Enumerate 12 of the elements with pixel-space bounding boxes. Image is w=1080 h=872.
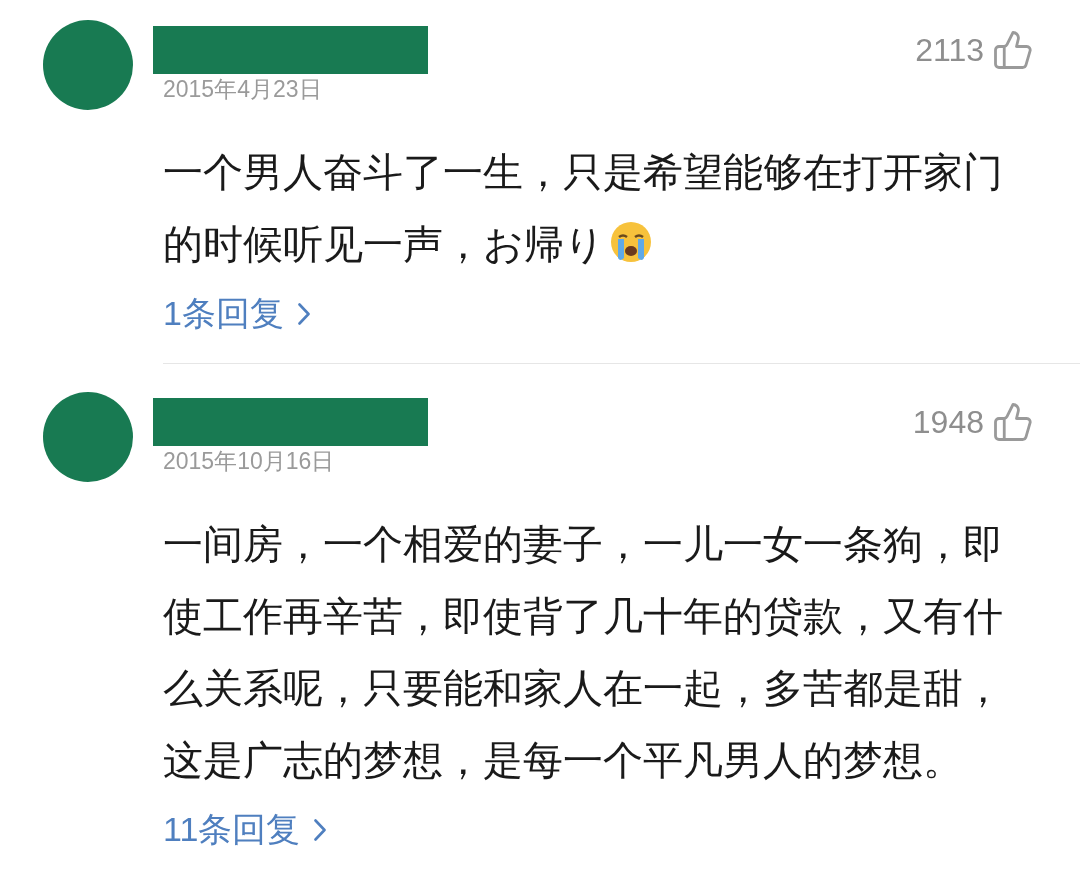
chevron-right-icon	[297, 302, 310, 325]
comment-text: 一间房，一个相爱的妻子，一儿一女一条狗，即使工作再辛苦，即使背了几十年的贷款，又有什么关系呢，只要能和家人在一起，多苦都是甜，这是广志的梦想，是每一个平凡男人的梦想。	[163, 521, 1004, 784]
like-count: 2113	[915, 31, 984, 70]
thumbs-up-icon[interactable]	[992, 401, 1034, 443]
thumbs-up-icon[interactable]	[992, 29, 1034, 71]
comment-date: 2015年10月16日	[163, 447, 336, 476]
replies-link[interactable]: 11条回复	[163, 804, 327, 855]
comment-text: 一个男人奋斗了一生，只是希望能够在打开家门的时候听见一声，お帰り	[163, 149, 1004, 268]
chevron-right-icon	[314, 818, 327, 841]
comment-date: 2015年4月23日	[163, 75, 323, 104]
like-count: 1948	[912, 403, 984, 442]
replies-link[interactable]: 1条回复	[163, 288, 310, 339]
